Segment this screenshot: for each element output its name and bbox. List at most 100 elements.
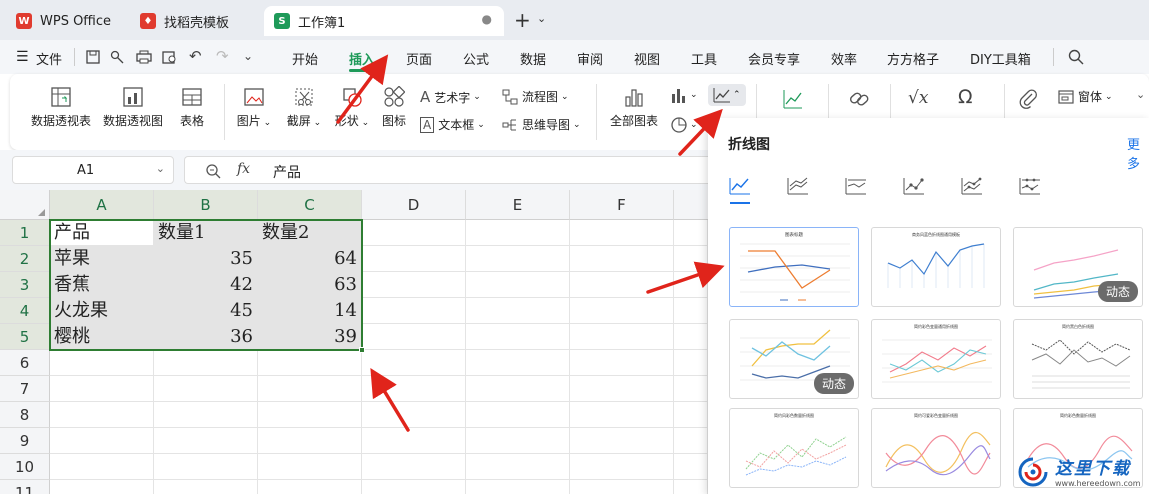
pie-chart-dropdown[interactable]: ⌄ (670, 116, 698, 134)
empty-cell[interactable] (674, 402, 708, 428)
empty-cell[interactable] (50, 350, 154, 376)
empty-cell[interactable] (570, 454, 674, 480)
row-header-5[interactable]: 5 (0, 324, 50, 350)
empty-cell[interactable] (570, 246, 674, 272)
chart-template-8[interactable]: 简约可爱彩色变量折线图 (871, 408, 1001, 488)
empty-cell[interactable] (570, 298, 674, 324)
empty-cell[interactable] (674, 480, 708, 494)
empty-cell[interactable] (258, 350, 362, 376)
screenshot-button[interactable]: 截屏 ⌄ (280, 86, 328, 129)
all-charts-button[interactable]: 全部图表 (606, 86, 662, 129)
column-header-b[interactable]: B (154, 190, 258, 220)
row-header-4[interactable]: 4 (0, 298, 50, 324)
menu-fangfang[interactable]: 方方格子 (887, 49, 939, 68)
unsaved-dot-icon[interactable]: ● (482, 12, 492, 26)
flowchart-button[interactable]: 流程图 ⌄ (502, 88, 569, 105)
line-chart-dropdown[interactable]: ⌃ (708, 84, 746, 106)
menu-tools[interactable]: 工具 (691, 49, 717, 68)
empty-cell[interactable] (362, 402, 466, 428)
empty-cell[interactable] (674, 220, 708, 246)
attachment-icon[interactable] (1018, 88, 1038, 110)
column-header-a[interactable]: A (50, 190, 154, 220)
empty-cell[interactable] (674, 454, 708, 480)
line-stacked-markers-icon[interactable] (960, 176, 984, 196)
spreadsheet-grid[interactable]: A B C D E F 1 2 3 4 5 6 7 8 9 10 11 产品 数量… (0, 190, 708, 494)
empty-cell[interactable] (466, 246, 570, 272)
mindmap-button[interactable]: 思维导图 ⌄ (502, 116, 581, 133)
textbox-button[interactable]: A 文本框 ⌄ (420, 116, 485, 133)
empty-cell[interactable] (154, 454, 258, 480)
formula-input[interactable]: fx 产品 (184, 156, 708, 184)
pivot-table-button[interactable]: 数据透视表 (28, 86, 94, 129)
line-basic-icon[interactable] (728, 176, 752, 196)
empty-cell[interactable] (50, 480, 154, 494)
menu-home[interactable]: 开始 (292, 49, 318, 68)
redo-icon[interactable]: ↷ (216, 47, 229, 65)
empty-cell[interactable] (674, 272, 708, 298)
empty-cell[interactable] (466, 376, 570, 402)
tab-wps-office[interactable]: W WPS Office (6, 6, 124, 36)
hyperlink-icon[interactable] (848, 88, 870, 110)
name-box-dropdown-icon[interactable]: ⌄ (156, 162, 165, 175)
row-header-7[interactable]: 7 (0, 376, 50, 402)
chart-template-5[interactable]: 简约彩色变量通用折线图 (871, 319, 1001, 399)
pivot-chart-button[interactable]: 数据透视图 (100, 86, 166, 129)
equation-icon[interactable]: √x (908, 88, 928, 108)
empty-cell[interactable] (466, 454, 570, 480)
row-header-1[interactable]: 1 (0, 220, 50, 246)
tab-docer-template[interactable]: ♦ 找稻壳模板 (130, 6, 258, 36)
empty-cell[interactable] (154, 376, 258, 402)
column-header-c[interactable]: C (258, 190, 362, 220)
empty-cell[interactable] (258, 402, 362, 428)
empty-cell[interactable] (258, 428, 362, 454)
row-header-6[interactable]: 6 (0, 350, 50, 376)
form-window-button[interactable]: 窗体 ⌄ (1058, 88, 1113, 105)
empty-cell[interactable] (674, 246, 708, 272)
tab-workbook[interactable]: S 工作簿1 ● (264, 6, 504, 36)
menu-view[interactable]: 视图 (634, 49, 660, 68)
column-header-g[interactable] (674, 190, 708, 220)
empty-cell[interactable] (674, 428, 708, 454)
column-header-f[interactable]: F (570, 190, 674, 220)
menu-review[interactable]: 审阅 (577, 49, 603, 68)
menu-insert[interactable]: 插入 (349, 49, 375, 68)
link-share-icon[interactable] (110, 50, 124, 64)
print-icon[interactable] (136, 50, 152, 64)
empty-cell[interactable] (466, 272, 570, 298)
print-preview-icon[interactable] (162, 50, 178, 64)
empty-cell[interactable] (570, 350, 674, 376)
empty-cell[interactable] (154, 402, 258, 428)
empty-cell[interactable] (362, 350, 466, 376)
empty-cell[interactable] (570, 376, 674, 402)
chart-template-1[interactable]: 图表标题 (729, 227, 859, 307)
empty-cell[interactable] (362, 376, 466, 402)
chart-template-4[interactable]: 动态 (729, 319, 859, 399)
empty-cell[interactable] (50, 454, 154, 480)
row-header-3[interactable]: 3 (0, 272, 50, 298)
ribbon-more-chevron-icon[interactable]: ⌄ (1136, 88, 1145, 101)
empty-cell[interactable] (154, 350, 258, 376)
empty-cell[interactable] (466, 402, 570, 428)
chart-template-6[interactable]: 简约黑白色折线图 (1013, 319, 1143, 399)
empty-cell[interactable] (466, 428, 570, 454)
row-header-2[interactable]: 2 (0, 246, 50, 272)
wordart-button[interactable]: A 艺术字 ⌄ (420, 88, 481, 106)
empty-cell[interactable] (258, 480, 362, 494)
row-header-9[interactable]: 9 (0, 428, 50, 454)
empty-cell[interactable] (50, 402, 154, 428)
empty-cell[interactable] (362, 324, 466, 350)
line-stacked-icon[interactable] (786, 176, 810, 196)
empty-cell[interactable] (570, 220, 674, 246)
column-chart-dropdown[interactable]: ⌄ (670, 86, 698, 104)
search-icon[interactable] (1068, 49, 1084, 65)
fill-handle[interactable] (359, 347, 365, 353)
chart-template-7[interactable]: 简约风彩色数量折线图 (729, 408, 859, 488)
empty-cell[interactable] (362, 480, 466, 494)
empty-cell[interactable] (466, 324, 570, 350)
empty-cell[interactable] (466, 350, 570, 376)
empty-cell[interactable] (674, 350, 708, 376)
zoom-formula-icon[interactable] (205, 163, 221, 179)
select-all-corner[interactable] (0, 190, 50, 220)
empty-cell[interactable] (674, 376, 708, 402)
column-header-d[interactable]: D (362, 190, 466, 220)
